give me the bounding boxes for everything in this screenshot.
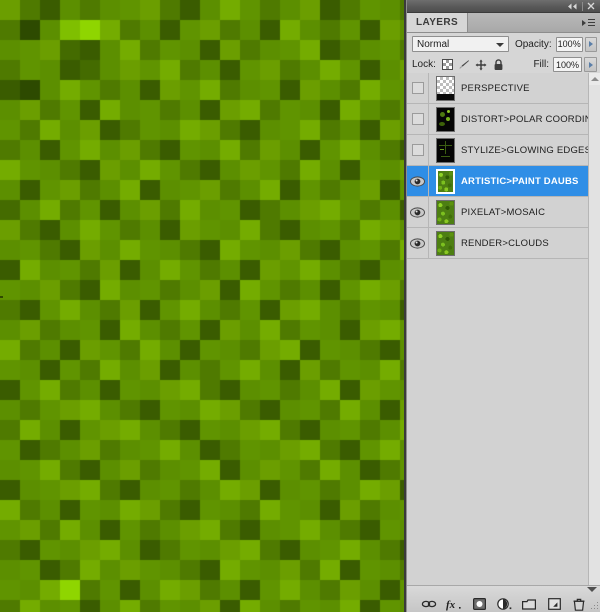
layer-style-fx-icon[interactable]: fx [446, 597, 462, 612]
link-layers-icon[interactable] [421, 597, 437, 612]
scroll-up-icon[interactable] [589, 73, 600, 85]
blend-mode-value: Normal [417, 38, 450, 50]
thumb-green-texture [436, 231, 454, 255]
resize-grip[interactable] [591, 602, 599, 610]
new-layer-icon[interactable] [546, 597, 562, 612]
opacity-stepper[interactable] [584, 36, 597, 52]
layer-thumbnail[interactable] [435, 106, 455, 132]
layer-thumbnail[interactable] [435, 199, 455, 225]
blend-mode-select[interactable]: Normal [412, 36, 509, 52]
layer-visibility-toggle[interactable] [407, 227, 429, 259]
layer-thumbnail-cell[interactable] [429, 137, 461, 163]
new-group-icon[interactable] [521, 597, 537, 612]
layer-name: ARTISTIC>PAINT DAUBS [461, 175, 579, 187]
thumb-dark-band [436, 93, 454, 100]
layer-row[interactable]: PERSPECTIVE [407, 73, 600, 104]
layer-thumbnail-cell[interactable] [429, 199, 461, 225]
eye-glyph [410, 206, 425, 218]
layer-name: PIXELAT>MOSAIC [461, 206, 546, 218]
close-icon[interactable] [583, 1, 598, 12]
tab-layers-label: LAYERS [416, 17, 459, 28]
panel-tabstrip: LAYERS [407, 13, 600, 33]
layers-panel: LAYERS Normal Opacity: 100% Lock: Fill: … [406, 0, 600, 612]
fill-label: Fill: [533, 59, 549, 70]
hamburger-glyph [581, 19, 595, 26]
layer-thumbnail[interactable] [435, 75, 455, 101]
thumb-green-texture [437, 170, 453, 192]
layer-thumbnail[interactable] [435, 168, 455, 194]
thumb-green-texture [436, 200, 454, 224]
opacity-value: 100% [557, 39, 581, 49]
blend-mode-row: Normal Opacity: 100% [407, 33, 600, 55]
layer-row[interactable]: STYLIZE>GLOWING EDGES [407, 134, 600, 166]
layer-name: STYLIZE>GLOWING EDGES [461, 144, 592, 156]
lock-all-icon[interactable] [492, 58, 505, 71]
canvas-area[interactable] [0, 0, 406, 612]
photoshop-window: LAYERS Normal Opacity: 100% Lock: Fill: … [0, 0, 600, 612]
svg-text:fx: fx [446, 599, 456, 611]
eye-glyph [410, 175, 425, 187]
tab-layers[interactable]: LAYERS [407, 13, 469, 32]
mosaic-image[interactable] [0, 0, 406, 612]
chevron-right-icon [588, 61, 593, 68]
layer-row[interactable]: PIXELAT>MOSAIC [407, 196, 600, 228]
layer-visibility-toggle[interactable] [407, 134, 429, 166]
adjustment-layer-icon[interactable] [496, 597, 512, 612]
fill-input[interactable]: 100% [553, 57, 582, 72]
eye-glyph [410, 237, 425, 249]
chevron-down-icon [495, 43, 504, 47]
layer-thumbnail[interactable] [435, 230, 455, 256]
lock-image-pixels-icon[interactable] [458, 58, 471, 71]
opacity-label: Opacity: [514, 38, 552, 50]
lock-position-icon[interactable] [475, 58, 488, 71]
thumb-transparency [436, 76, 454, 94]
visibility-empty-box [411, 82, 424, 94]
layer-name: DISTORT>POLAR COORDINA... [461, 113, 600, 125]
canvas-edge-marker [0, 296, 3, 298]
layer-list[interactable]: PERSPECTIVE DISTORT>POLAR COORDINA... STYL… [407, 73, 600, 585]
layer-thumbnail-cell[interactable] [429, 106, 461, 132]
layer-visibility-toggle[interactable] [407, 103, 429, 135]
layer-thumbnail[interactable] [435, 137, 455, 163]
panel-titlebar [407, 0, 600, 13]
layer-name: RENDER>CLOUDS [461, 237, 549, 249]
delete-layer-icon[interactable] [571, 597, 587, 612]
visibility-empty-box [411, 113, 424, 125]
opacity-input[interactable]: 100% [555, 36, 583, 52]
layer-thumbnail-cell[interactable] [429, 75, 461, 101]
thumb-polar-texture [436, 107, 454, 131]
thumb-glow-texture [436, 138, 454, 162]
layer-mask-icon[interactable] [471, 597, 487, 612]
layer-thumbnail-cell[interactable] [429, 230, 461, 256]
scrollbar-track[interactable] [589, 85, 600, 585]
fill-value: 100% [555, 59, 580, 70]
layer-visibility-toggle[interactable] [407, 73, 429, 104]
layer-thumbnail-cell[interactable] [429, 168, 461, 194]
layer-visibility-toggle[interactable] [407, 196, 429, 228]
chevron-right-icon [588, 41, 593, 47]
layers-panel-toolbar: fx [407, 585, 600, 612]
layer-list-scrollbar[interactable] [588, 73, 600, 585]
lock-row: Lock: Fill: 100% [407, 55, 600, 75]
layer-row[interactable]: ARTISTIC>PAINT DAUBS [407, 165, 600, 197]
layer-row[interactable]: DISTORT>POLAR COORDINA... [407, 103, 600, 135]
panel-menu-icon[interactable] [580, 13, 600, 32]
chevron-down-icon[interactable] [587, 587, 597, 592]
layer-row[interactable]: RENDER>CLOUDS [407, 227, 600, 259]
layer-name: PERSPECTIVE [461, 82, 530, 94]
lock-label: Lock: [412, 59, 436, 70]
fill-stepper[interactable] [584, 57, 597, 72]
visibility-empty-box [411, 144, 424, 156]
lock-transparent-pixels-icon[interactable] [441, 58, 454, 71]
collapse-icon[interactable] [565, 1, 580, 12]
layer-visibility-toggle[interactable] [407, 165, 429, 197]
